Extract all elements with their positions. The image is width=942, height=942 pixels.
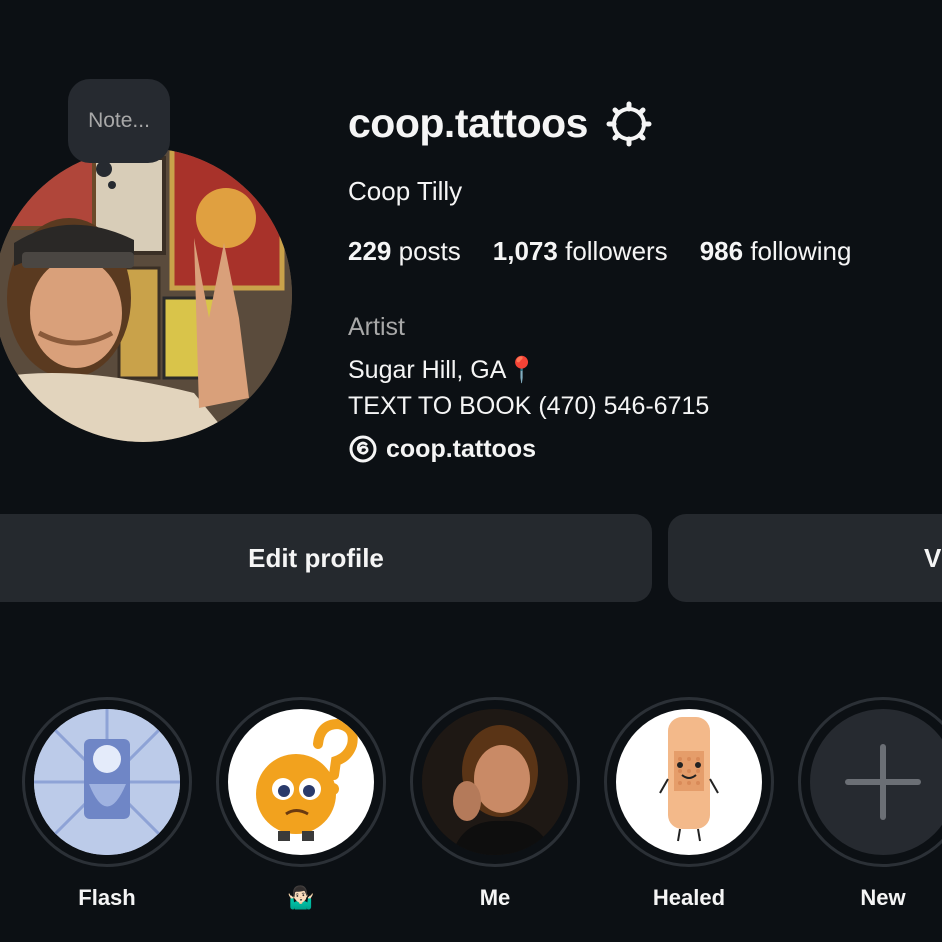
- plus-icon: [810, 709, 942, 855]
- highlight-shrug[interactable]: 🤷🏻‍♂️: [216, 697, 386, 910]
- stat-count: 1,073: [492, 236, 558, 266]
- profile-avatar[interactable]: [0, 148, 292, 442]
- confused-emoji-icon: [228, 709, 374, 855]
- stat-followers[interactable]: 1,073 followers: [493, 236, 668, 267]
- highlight-flash[interactable]: Flash: [22, 697, 192, 910]
- threads-icon: [349, 435, 377, 463]
- highlight-label: Me: [479, 885, 511, 910]
- highlight-label: Healed: [652, 885, 726, 910]
- profile-category: Artist: [348, 313, 405, 341]
- edit-profile-label: Edit profile: [248, 542, 384, 573]
- username-row: coop.tattoos: [348, 100, 652, 147]
- avatar-photo-icon: [0, 148, 292, 442]
- highlight-ring: [22, 697, 192, 867]
- stat-label: following: [750, 236, 852, 266]
- bio-booking: TEXT TO BOOK (470) 546-6715: [348, 392, 710, 420]
- stat-count: 229: [348, 236, 392, 266]
- threads-link[interactable]: coop.tattoos: [348, 434, 536, 464]
- bio-location: Sugar Hill, GA📍: [348, 356, 538, 384]
- bandage-icon: [616, 709, 762, 855]
- highlight-ring: [410, 697, 580, 867]
- stat-label: followers: [565, 236, 668, 266]
- note-placeholder: Note...: [88, 109, 150, 132]
- note-bubble[interactable]: Note...: [68, 79, 170, 189]
- highlight-label: Flash: [78, 885, 136, 910]
- highlight-me[interactable]: Me: [410, 697, 580, 910]
- profile-stats: 229 posts 1,073 followers 986 following: [348, 236, 883, 267]
- view-archive-label: V: [924, 542, 942, 573]
- stat-count: 986: [699, 236, 744, 266]
- highlight-new[interactable]: New: [798, 697, 942, 910]
- highlight-ring: [604, 697, 774, 867]
- flash-art-icon: [34, 709, 180, 855]
- highlight-ring: [798, 697, 942, 867]
- note-bubble-tail: [108, 181, 116, 189]
- portrait-icon: [422, 709, 568, 855]
- view-archive-button[interactable]: V: [668, 514, 942, 602]
- full-name: Coop Tilly: [348, 176, 463, 206]
- stat-following[interactable]: 986 following: [700, 236, 852, 267]
- username: coop.tattoos: [348, 100, 588, 146]
- stat-posts[interactable]: 229 posts: [348, 236, 461, 267]
- edit-profile-button[interactable]: Edit profile: [0, 514, 652, 602]
- threads-handle: coop.tattoos: [386, 434, 536, 463]
- avatar-image: [0, 148, 292, 442]
- highlight-label: New: [860, 885, 906, 910]
- gear-icon[interactable]: [606, 101, 652, 147]
- highlight-label: 🤷🏻‍♂️: [287, 885, 315, 910]
- highlight-healed[interactable]: Healed: [604, 697, 774, 910]
- stat-label: posts: [398, 236, 461, 266]
- highlight-ring: [216, 697, 386, 867]
